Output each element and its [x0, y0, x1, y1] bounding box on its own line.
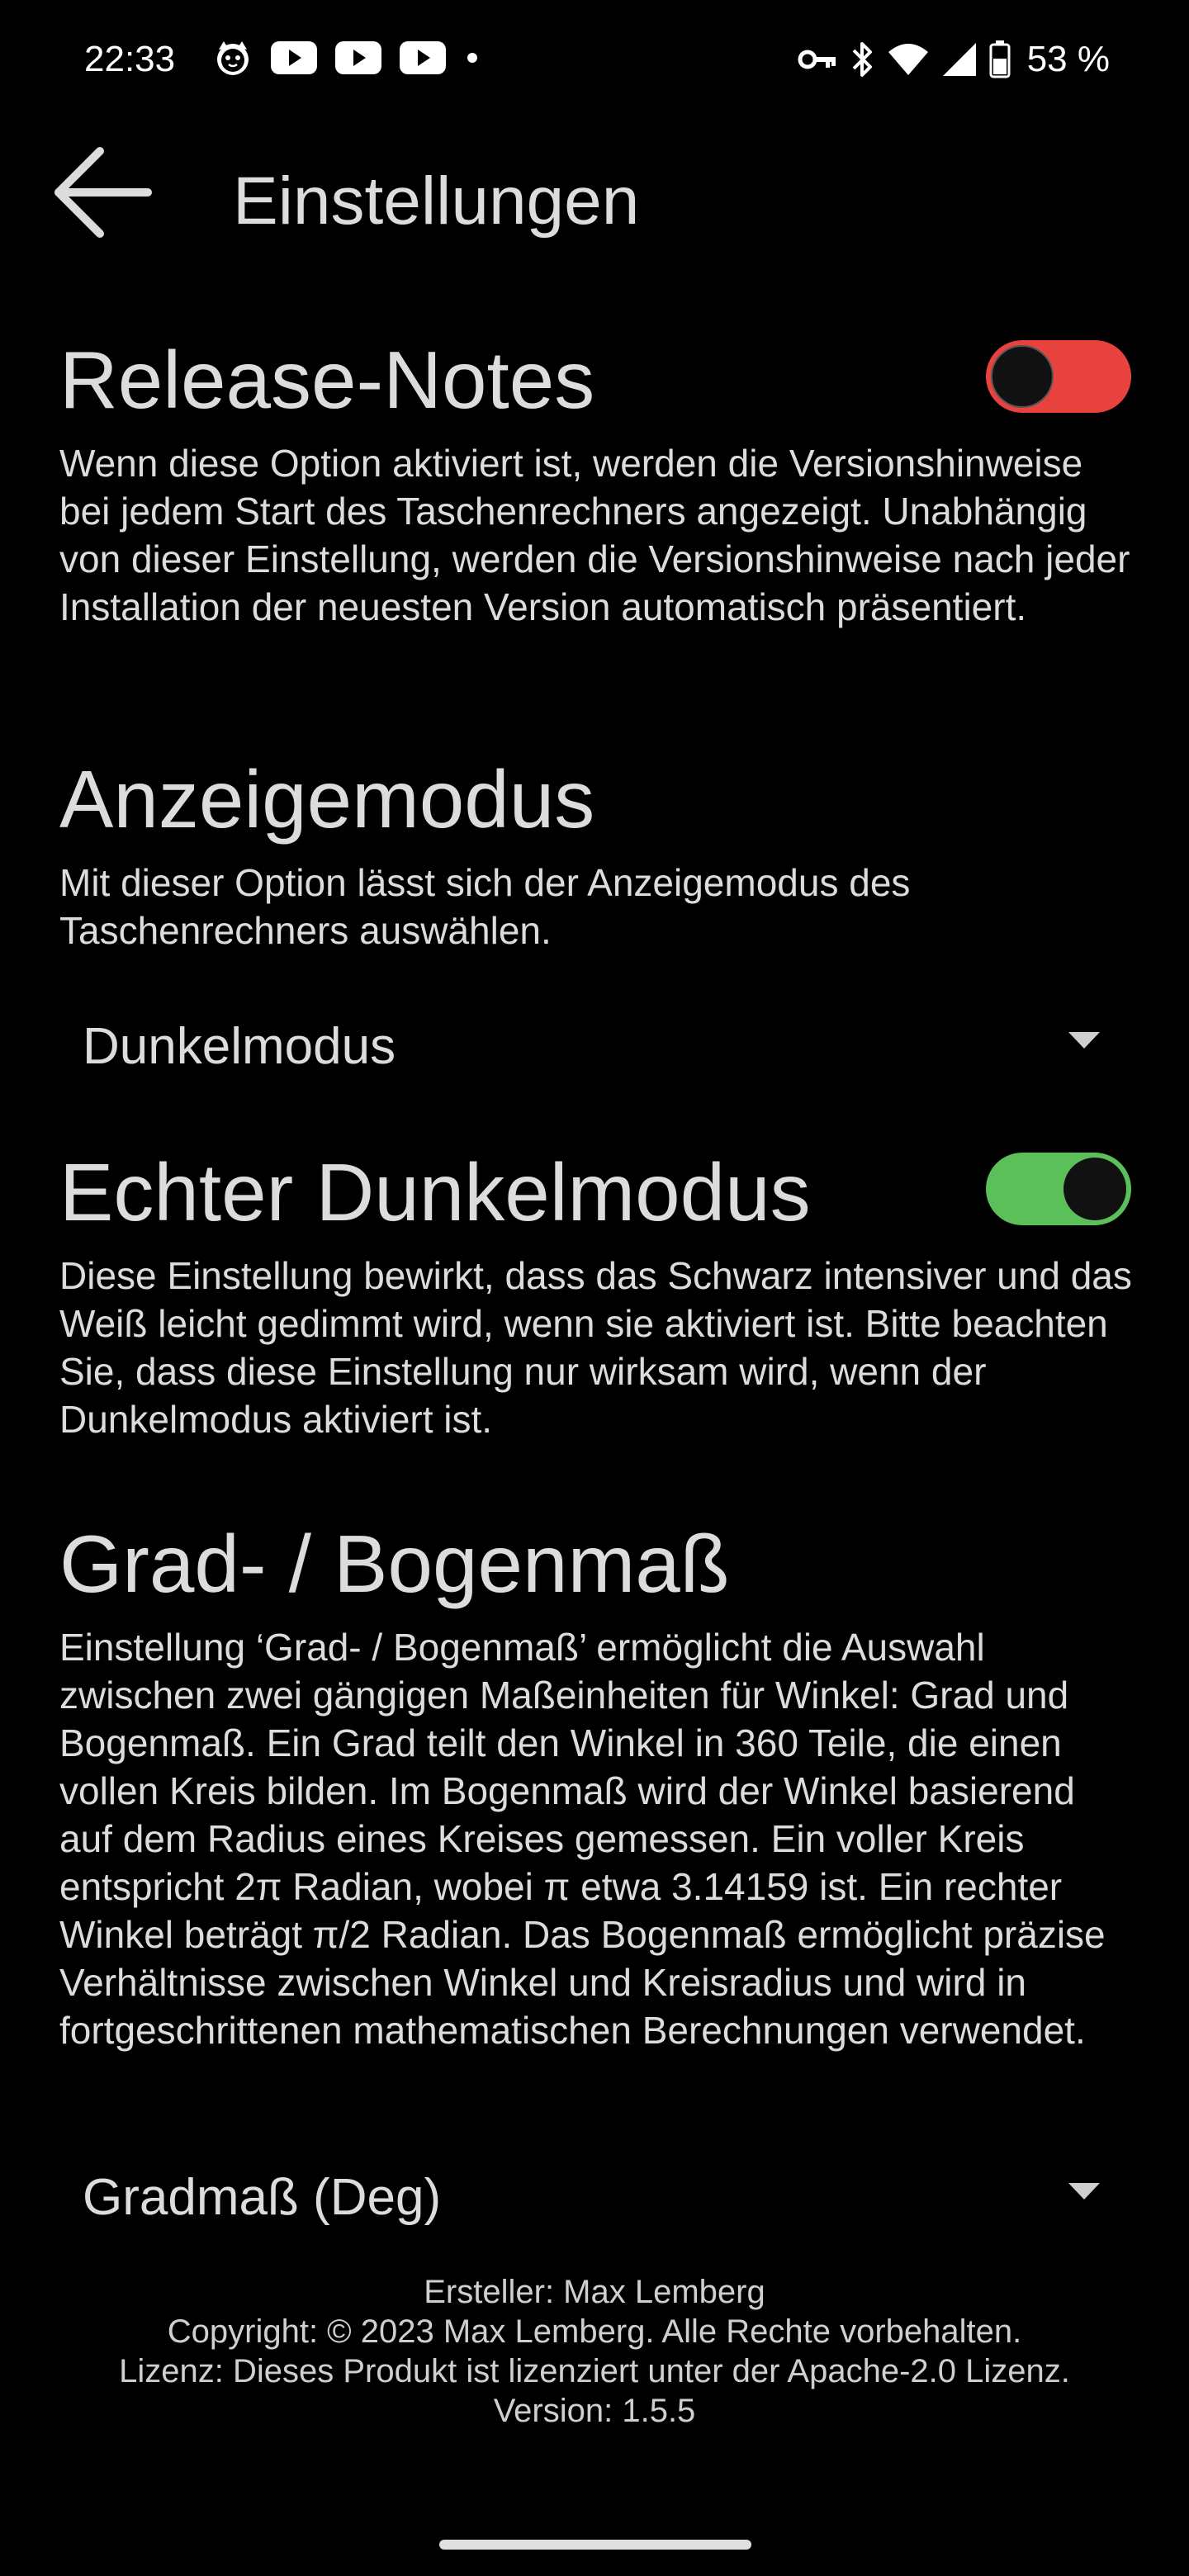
app-bar: Einstellungen	[0, 132, 1189, 256]
notification-icons	[213, 38, 481, 81]
display-mode-selected: Dunkelmodus	[83, 1018, 396, 1075]
true-dark-mode-toggle[interactable]	[986, 1153, 1131, 1225]
battery-percent: 53 %	[1026, 39, 1110, 79]
bluetooth-icon	[849, 40, 875, 78]
status-bar: 22:33 53 %	[0, 0, 1189, 116]
system-icons: 53 %	[798, 36, 1110, 83]
angle-unit-title: Grad- / Bogenmaß	[59, 1518, 730, 1609]
youtube-icon	[271, 40, 317, 78]
dropdown-arrow-icon	[1068, 1032, 1100, 1049]
youtube-icon	[400, 40, 446, 78]
dot-icon	[464, 50, 481, 70]
toggle-knob	[1063, 1158, 1126, 1220]
footer-version: Version: 1.5.5	[493, 2393, 696, 2429]
dropdown-arrow-icon	[1068, 2183, 1100, 2200]
release-notes-description: Wenn diese Option aktiviert ist, werden …	[59, 442, 1130, 628]
true-dark-mode-description: Diese Einstellung bewirkt, dass das Schw…	[59, 1254, 1132, 1441]
footer: Ersteller: Max Lemberg Copyright: © 2023…	[0, 2272, 1189, 2431]
display-mode-section: Anzeigemodus Mit dieser Option lässt sic…	[59, 750, 1133, 954]
wifi-icon	[887, 42, 930, 77]
release-notes-toggle[interactable]	[986, 340, 1131, 413]
vpn-key-icon	[798, 46, 837, 73]
footer-license: Lizenz: Dieses Produkt ist lizenziert un…	[119, 2353, 1070, 2389]
battery-icon	[989, 40, 1011, 78]
true-dark-mode-title: Echter Dunkelmodus	[59, 1147, 811, 1238]
page-title: Einstellungen	[233, 163, 640, 239]
back-button[interactable]	[48, 140, 155, 248]
display-mode-title: Anzeigemodus	[59, 754, 595, 845]
gesture-navigation-handle[interactable]	[439, 2540, 751, 2550]
angle-unit-description: Einstellung ‘Grad- / Bogenmaß’ ermöglich…	[59, 1626, 1106, 2052]
footer-copyright: Copyright: © 2023 Max Lemberg. Alle Rech…	[167, 2313, 1022, 2350]
angle-unit-section: Grad- / Bogenmaß Einstellung ‘Grad- / Bo…	[59, 1514, 1133, 2054]
footer-author: Ersteller: Max Lemberg	[424, 2274, 765, 2310]
display-mode-description: Mit dieser Option lässt sich der Anzeige…	[59, 861, 911, 952]
toggle-knob	[991, 345, 1054, 408]
release-notes-section: Release-Notes Wenn diese Option aktivier…	[59, 330, 1133, 631]
release-notes-title: Release-Notes	[59, 334, 595, 425]
arrow-left-icon	[50, 141, 153, 248]
display-mode-dropdown[interactable]: Dunkelmodus	[59, 996, 1100, 1095]
cat-app-icon	[213, 38, 253, 82]
youtube-icon	[335, 40, 381, 78]
true-dark-mode-section: Echter Dunkelmodus Diese Einstellung bew…	[59, 1143, 1133, 1443]
signal-icon	[941, 41, 978, 78]
status-time: 22:33	[84, 39, 176, 79]
angle-unit-selected: Gradmaß (Deg)	[83, 2169, 442, 2226]
angle-unit-dropdown[interactable]: Gradmaß (Deg)	[59, 2147, 1100, 2246]
